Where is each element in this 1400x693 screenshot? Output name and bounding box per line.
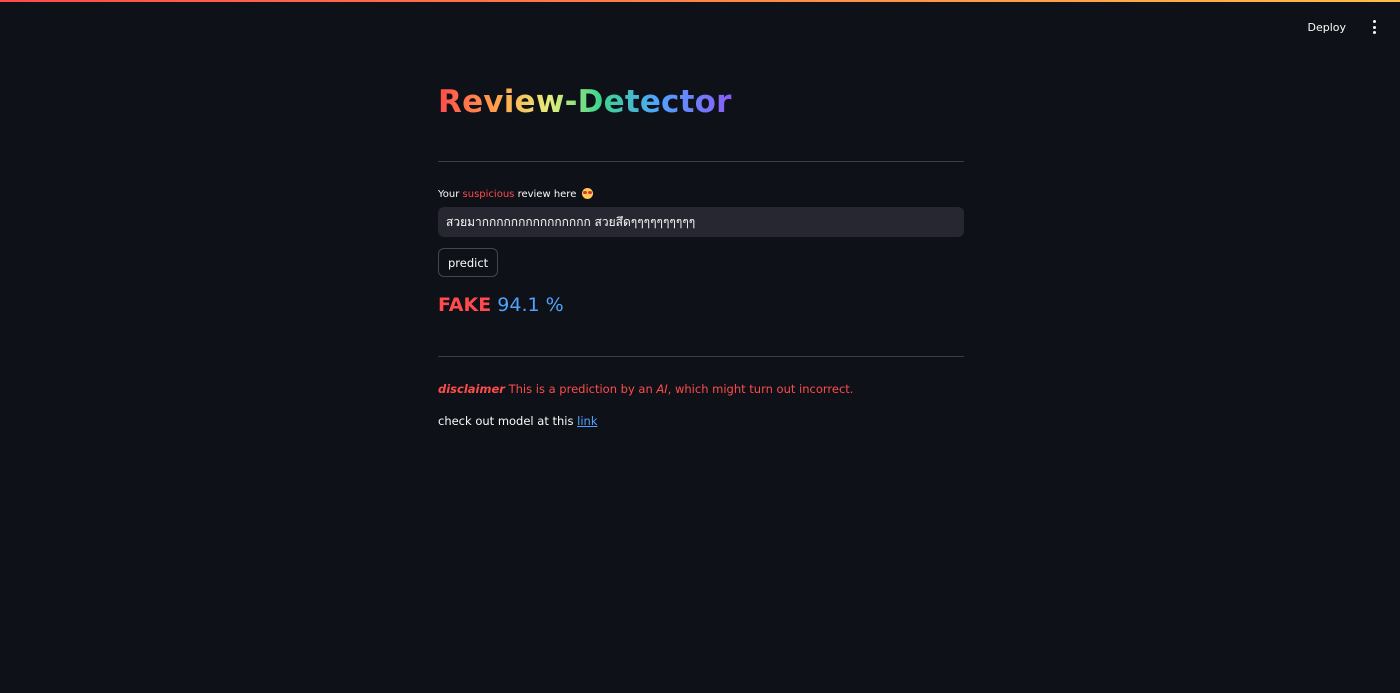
disclaimer-before: This is a prediction by an (508, 382, 653, 396)
label-suffix: review here (517, 189, 577, 200)
disclaimer-text: disclaimer This is a prediction by an AI… (438, 382, 853, 396)
prediction-result: FAKE 94.1 % (438, 294, 564, 316)
header-toolbar: Deploy (1299, 14, 1382, 40)
star-struck-emoji-icon (581, 188, 593, 199)
divider-bottom (438, 356, 964, 357)
top-decoration-bar (0, 0, 1400, 2)
deploy-button[interactable]: Deploy (1299, 17, 1354, 38)
label-prefix: Your (438, 189, 460, 200)
model-link[interactable]: link (577, 414, 597, 428)
predict-button[interactable]: predict (438, 248, 499, 277)
label-accent: suspicious (462, 189, 515, 200)
disclaimer-ai: AI (656, 382, 668, 396)
disclaimer-lead: disclaimer (438, 382, 505, 396)
model-link-line: check out model at this link (438, 414, 597, 428)
vertical-ellipsis-icon[interactable] (1366, 17, 1382, 37)
confidence-score: 94.1 % (497, 294, 564, 316)
page-title: Review-Detector (438, 84, 732, 120)
disclaimer-after: , which might turn out incorrect. (667, 382, 854, 396)
model-link-text: check out model at this (438, 414, 574, 428)
review-input-label: Your suspicious review here (438, 188, 593, 200)
divider-top (438, 161, 964, 162)
verdict-label: FAKE (438, 294, 492, 316)
review-input[interactable] (438, 207, 964, 237)
